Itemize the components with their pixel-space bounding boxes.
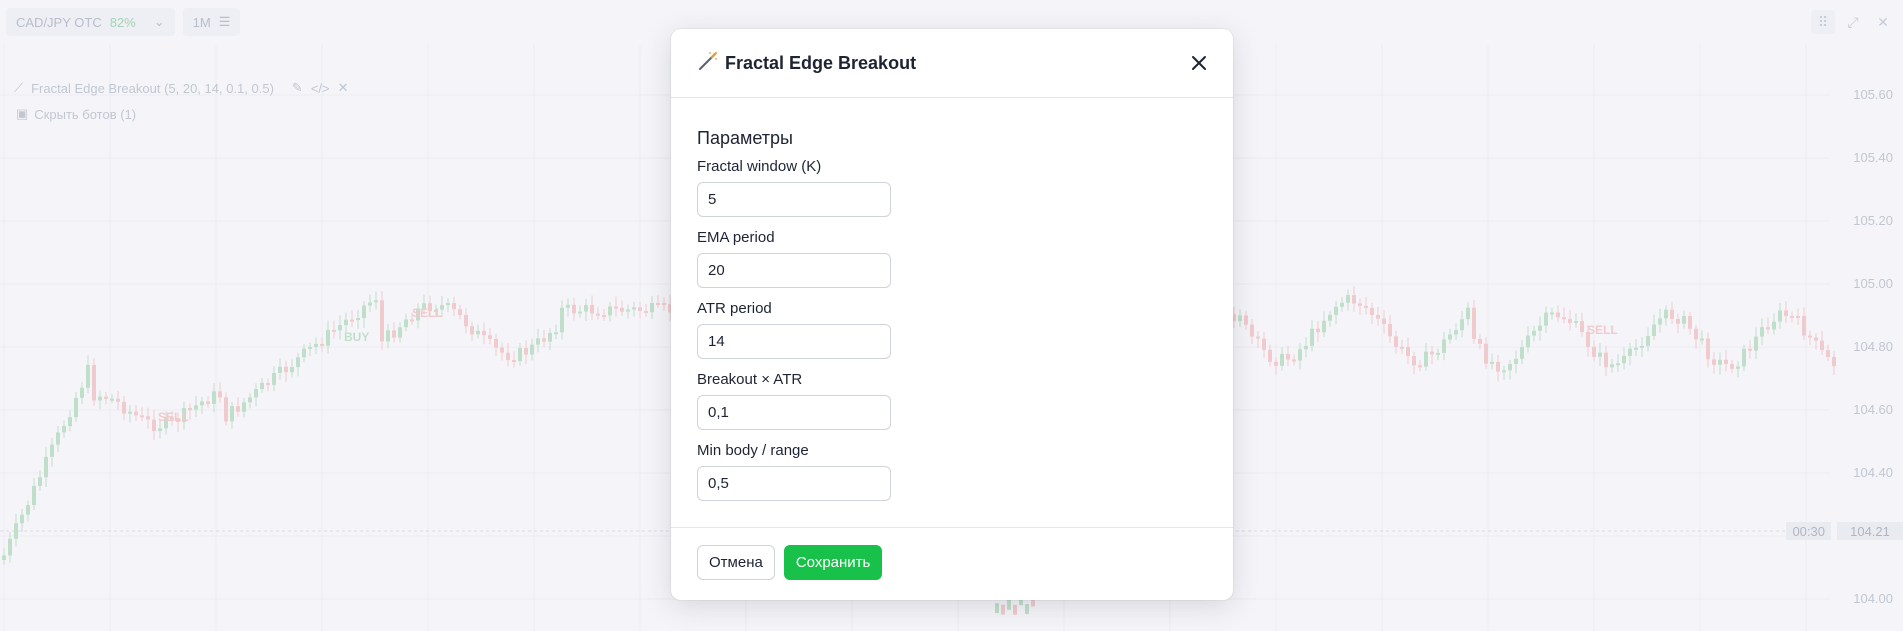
field-label: Fractal window (K) bbox=[697, 158, 822, 175]
wand-icon bbox=[697, 50, 719, 77]
field-label: Breakout × ATR bbox=[697, 371, 803, 388]
param-field: ATR period bbox=[697, 300, 1207, 359]
field-label: ATR period bbox=[697, 300, 772, 317]
atr-period-input[interactable] bbox=[697, 324, 891, 359]
param-field: Breakout × ATR bbox=[697, 371, 1207, 430]
fractal-window-input[interactable] bbox=[697, 182, 891, 217]
section-title: Параметры bbox=[697, 128, 793, 148]
dialog-title: Fractal Edge Breakout bbox=[697, 50, 916, 77]
dialog-body: Параметры Fractal window (K) EMA period … bbox=[671, 98, 1233, 528]
save-button[interactable]: Сохранить bbox=[783, 545, 883, 580]
dialog-footer: Отмена Сохранить bbox=[671, 528, 1233, 597]
field-label: EMA period bbox=[697, 229, 775, 246]
bot-settings-dialog: Fractal Edge Breakout Параметры Fractal … bbox=[671, 29, 1233, 600]
param-field: Min body / range bbox=[697, 442, 1207, 501]
param-field: EMA period bbox=[697, 229, 1207, 288]
ema-period-input[interactable] bbox=[697, 253, 891, 288]
dialog-title-text: Fractal Edge Breakout bbox=[725, 52, 917, 73]
dialog-header: Fractal Edge Breakout bbox=[671, 29, 1233, 98]
param-field: Fractal window (K) bbox=[697, 158, 1207, 217]
min-body-range-input[interactable] bbox=[697, 466, 891, 501]
field-label: Min body / range bbox=[697, 442, 809, 459]
breakout-atr-input[interactable] bbox=[697, 395, 891, 430]
cancel-button[interactable]: Отмена bbox=[697, 545, 775, 580]
close-icon[interactable] bbox=[1187, 51, 1211, 75]
